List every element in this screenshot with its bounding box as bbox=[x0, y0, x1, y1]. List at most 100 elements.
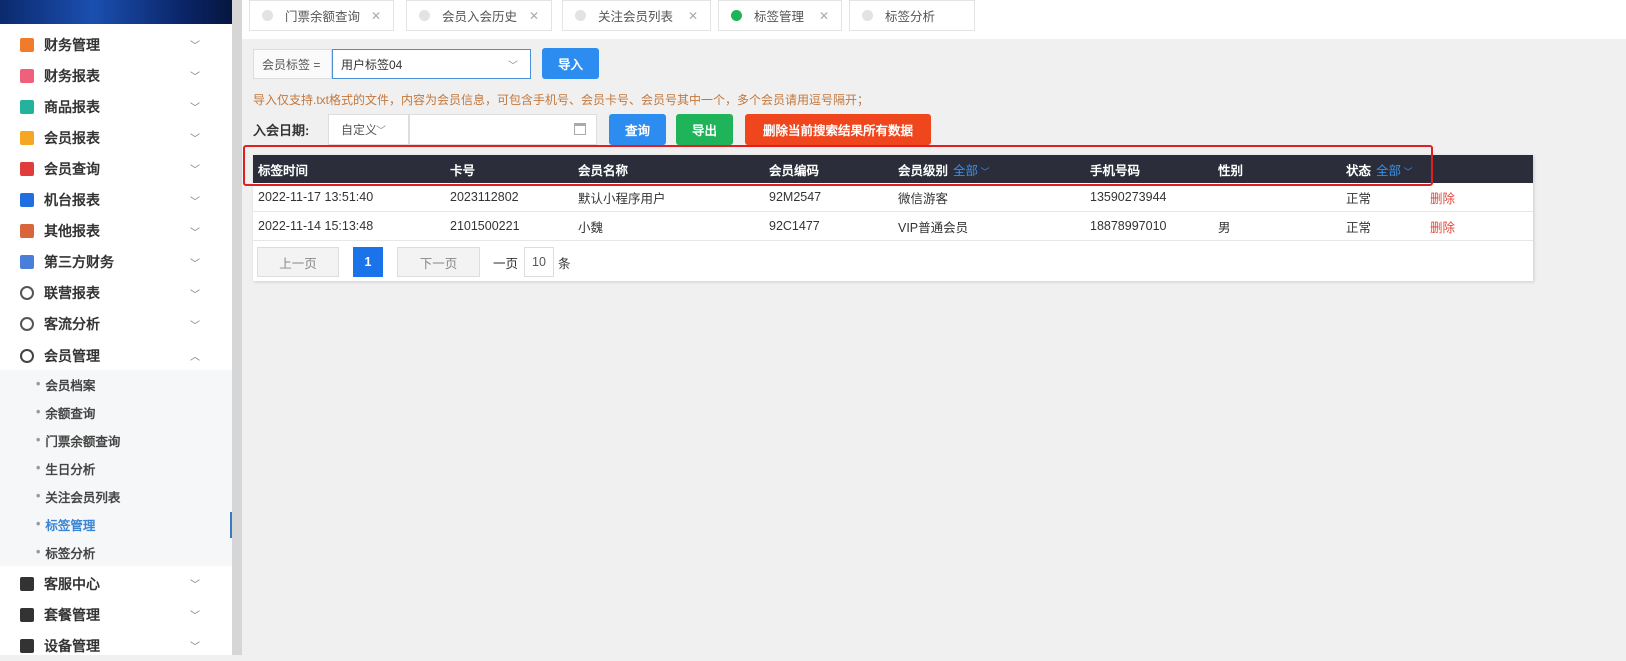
sidebar-item[interactable]: 财务管理 ﹀ bbox=[0, 29, 232, 60]
chevron-down-icon: ﹀ bbox=[190, 41, 200, 52]
logo-banner bbox=[0, 0, 232, 24]
table-row: 2022-11-17 13:51:40 2023112802 默认小程序用户 92M2… bbox=[253, 183, 1533, 212]
chevron-down-icon: ﹀ bbox=[190, 289, 200, 301]
table-cell: 2101500221 bbox=[450, 219, 520, 233]
submenu-item[interactable]: 关注会员列表 bbox=[36, 482, 120, 510]
calculator-icon bbox=[20, 37, 34, 52]
chevron-down-icon: ﹀ bbox=[190, 103, 200, 115]
close-icon[interactable]: ✕ bbox=[529, 9, 539, 23]
sidebar-item-label: 机台报表 bbox=[44, 192, 100, 208]
close-icon[interactable]: ✕ bbox=[819, 9, 829, 23]
page-1-button[interactable]: 1 bbox=[353, 247, 383, 277]
per-page-unit: 条 bbox=[558, 256, 571, 271]
chevron-down-icon: ﹀ bbox=[508, 60, 518, 72]
table-cell: 92C1477 bbox=[769, 219, 820, 233]
tab[interactable]: 标签管理 ✕ bbox=[718, 0, 842, 31]
sidebar-item[interactable]: 设备管理 ﹀ bbox=[0, 630, 232, 661]
report-icon bbox=[20, 161, 34, 176]
users-icon bbox=[20, 286, 34, 301]
query-button[interactable]: 查询 bbox=[609, 114, 666, 145]
target-icon bbox=[20, 317, 34, 332]
per-page-label: 一页 bbox=[493, 256, 519, 271]
submenu-item[interactable]: 生日分析 bbox=[36, 454, 95, 482]
close-icon[interactable]: ✕ bbox=[371, 9, 381, 23]
headset-icon bbox=[20, 576, 34, 591]
sidebar-item[interactable]: 客服中心 ﹀ bbox=[0, 568, 232, 599]
sidebar-item[interactable]: 套餐管理 ﹀ bbox=[0, 599, 232, 630]
highlight-box bbox=[243, 145, 1433, 186]
sidebar-item-label: 财务管理 bbox=[44, 36, 100, 53]
table-cell: 微信游客 bbox=[898, 191, 949, 206]
calculator-icon bbox=[20, 255, 34, 270]
sidebar-item-label: 商品报表 bbox=[44, 98, 100, 115]
sidebar-item[interactable]: 财务报表 ﹀ bbox=[0, 60, 232, 91]
edit-icon bbox=[20, 607, 34, 622]
chevron-down-icon: ﹀ bbox=[190, 165, 200, 177]
delete-all-button[interactable]: 删除当前搜索结果所有数据 bbox=[745, 114, 931, 145]
join-date-label: 入会日期: bbox=[253, 123, 310, 138]
status-dot-icon bbox=[262, 10, 273, 21]
tab[interactable]: 标签分析 bbox=[849, 0, 975, 31]
table-cell: VIP普通会员 bbox=[898, 220, 969, 235]
sidebar-item-label: 套餐管理 bbox=[44, 606, 100, 623]
user-circle-icon bbox=[20, 348, 34, 363]
prev-page-button[interactable]: 上一页 bbox=[257, 247, 339, 277]
table-cell: 2023112802 bbox=[450, 190, 519, 204]
export-button[interactable]: 导出 bbox=[676, 114, 733, 145]
tab[interactable]: 关注会员列表 ✕ bbox=[562, 0, 711, 31]
delete-link[interactable]: 删除 bbox=[1430, 183, 1455, 211]
table-cell: 18878997010 bbox=[1090, 219, 1167, 233]
sidebar-item[interactable]: 联营报表 ﹀ bbox=[0, 278, 232, 309]
submenu-item[interactable]: 标签管理 bbox=[36, 510, 95, 538]
chevron-down-icon: ﹀ bbox=[190, 227, 200, 239]
table-cell: 正常 bbox=[1346, 191, 1372, 206]
sidebar-item[interactable]: 第三方财务 ﹀ bbox=[0, 247, 232, 278]
sidebar-item-label: 客流分析 bbox=[44, 316, 100, 333]
sidebar-item[interactable]: 客流分析 ﹀ bbox=[0, 309, 232, 340]
status-dot-icon bbox=[731, 10, 742, 21]
sidebar-item-label: 其他报表 bbox=[44, 223, 100, 240]
member-tag-value: 用户标签04 bbox=[341, 57, 403, 72]
sidebar-item[interactable]: 会员报表 ﹀ bbox=[0, 122, 232, 153]
per-page-input[interactable]: 10 bbox=[524, 247, 554, 277]
next-page-button[interactable]: 下一页 bbox=[397, 247, 480, 277]
sidebar: 财务管理 ﹀ 财务报表 ﹀ 商品报表 ﹀ 会员报表 ﹀ 会员查询 ﹀ 机台报表 ﹀ 其他报表 ﹀ 第三方财务… bbox=[0, 0, 232, 655]
table-cell: 正常 bbox=[1346, 220, 1372, 235]
sidebar-scrollbar[interactable] bbox=[232, 0, 242, 655]
sidebar-item[interactable]: 会员查询 ﹀ bbox=[0, 153, 232, 184]
tab-label: 标签分析 bbox=[885, 10, 936, 24]
calendar-icon bbox=[574, 123, 586, 135]
close-icon[interactable]: ✕ bbox=[688, 9, 698, 23]
table-cell: 默认小程序用户 bbox=[578, 191, 666, 206]
tab-label: 标签管理 bbox=[754, 10, 805, 24]
date-mode-value: 自定义 bbox=[341, 123, 378, 137]
chevron-down-icon: ﹀ bbox=[190, 72, 200, 84]
tab-label: 会员入会历史 bbox=[442, 10, 518, 24]
tab-label: 关注会员列表 bbox=[598, 10, 674, 24]
sidebar-item[interactable]: 商品报表 ﹀ bbox=[0, 91, 232, 122]
chevron-up-icon: ︿ bbox=[190, 352, 200, 363]
status-dot-icon bbox=[575, 10, 586, 21]
status-dot-icon bbox=[419, 10, 430, 21]
member-tag-select[interactable]: 用户标签04 ﹀ bbox=[332, 49, 531, 79]
sidebar-item[interactable]: 会员管理 ︿ bbox=[0, 340, 232, 371]
sidebar-item[interactable]: 机台报表 ﹀ bbox=[0, 185, 232, 216]
sidebar-item-label: 联营报表 bbox=[44, 285, 100, 302]
date-range-input[interactable] bbox=[409, 114, 597, 145]
table-cell: 2022-11-17 13:51:40 bbox=[258, 190, 374, 204]
submenu-item[interactable]: 会员档案 bbox=[36, 370, 95, 398]
submenu-item[interactable]: 余额查询 bbox=[36, 398, 95, 426]
delete-link[interactable]: 删除 bbox=[1430, 212, 1455, 240]
sidebar-item[interactable]: 其他报表 ﹀ bbox=[0, 216, 232, 247]
date-mode-select[interactable]: 自定义 ﹀ bbox=[328, 114, 409, 145]
table-cell: 13590273944 bbox=[1090, 190, 1167, 204]
chevron-down-icon: ﹀ bbox=[190, 611, 200, 622]
submenu-member-management: 会员档案余额查询门票余额查询生日分析关注会员列表标签管理标签分析 bbox=[0, 370, 232, 566]
tab[interactable]: 门票余额查询 ✕ bbox=[249, 0, 394, 31]
submenu-item[interactable]: 门票余额查询 bbox=[36, 426, 120, 454]
sidebar-item-label: 第三方财务 bbox=[44, 254, 114, 271]
submenu-item[interactable]: 标签分析 bbox=[36, 538, 95, 566]
import-button[interactable]: 导入 bbox=[542, 48, 599, 79]
tab[interactable]: 会员入会历史 ✕ bbox=[406, 0, 552, 31]
status-dot-icon bbox=[862, 10, 873, 21]
